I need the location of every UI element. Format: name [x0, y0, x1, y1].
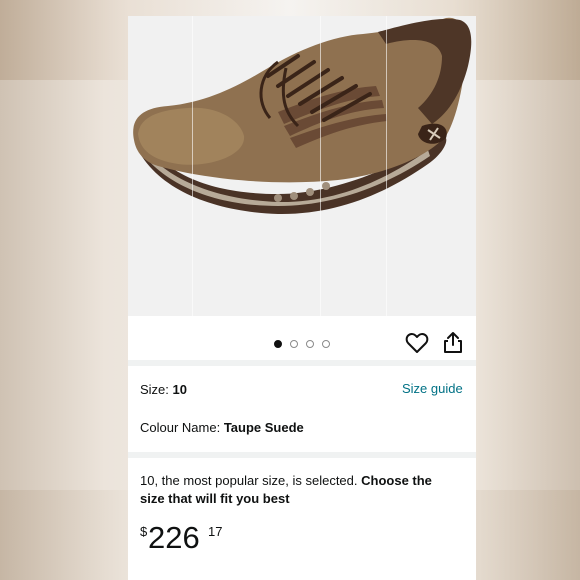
overlay-guide-line: [320, 16, 321, 316]
size-line: Size: 10: [140, 382, 187, 397]
price-fraction: 17: [208, 524, 223, 539]
message-text: 10, the most popular size, is selected.: [140, 473, 362, 488]
size-guide-link[interactable]: Size guide: [402, 381, 463, 396]
carousel-dot-3[interactable]: [306, 340, 314, 348]
colour-value: Taupe Suede: [223, 420, 304, 435]
carousel-dot-2[interactable]: [290, 340, 298, 348]
section-separator: [128, 452, 476, 458]
product-card: Size: 10 Size guide Colour Name: Taupe S…: [128, 16, 476, 580]
section-separator: [128, 360, 476, 366]
heart-icon: [405, 333, 429, 353]
size-label: Size:: [140, 382, 173, 397]
carousel-dot-1[interactable]: [274, 340, 282, 348]
price-currency: $: [140, 524, 148, 539]
product-image[interactable]: [128, 16, 476, 316]
image-carousel-controls: [128, 316, 476, 376]
price-whole: 226: [148, 520, 200, 555]
colour-line: Colour Name: Taupe Suede: [140, 420, 304, 435]
size-selection-message: 10, the most popular size, is selected. …: [140, 472, 460, 508]
colour-label: Colour Name:: [140, 420, 224, 435]
overlay-guide-line: [192, 16, 193, 316]
carousel-dot-4[interactable]: [322, 340, 330, 348]
overlay-guide-line: [386, 16, 387, 316]
share-button[interactable]: [440, 330, 466, 356]
size-value: 10: [172, 382, 187, 397]
shoe-illustration: [133, 17, 472, 215]
share-icon: [444, 332, 462, 353]
wishlist-button[interactable]: [404, 330, 430, 356]
